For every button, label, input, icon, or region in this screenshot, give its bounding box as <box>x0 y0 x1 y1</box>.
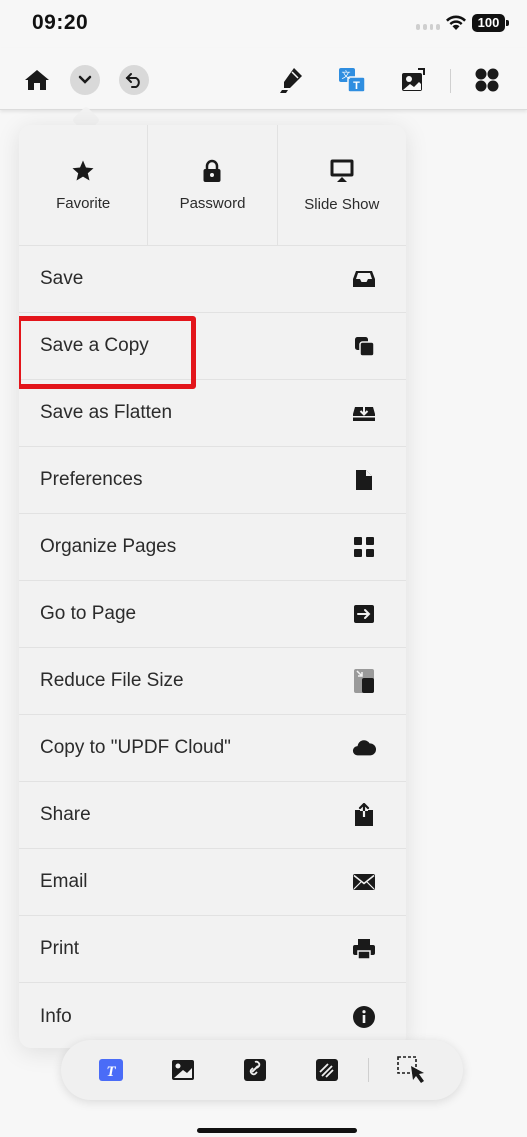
printer-icon <box>352 937 376 961</box>
menu-item-label: Copy to "UPDF Cloud" <box>40 737 231 758</box>
redact-icon[interactable] <box>315 1058 339 1082</box>
lock-icon <box>203 159 221 182</box>
menu-list: Save Save a Copy Save as Flatten Prefere… <box>19 246 406 1048</box>
menu-item-print[interactable]: Print <box>19 916 406 983</box>
select-area-icon[interactable] <box>397 1056 429 1083</box>
password-label: Password <box>179 194 246 212</box>
compress-icon <box>352 669 376 693</box>
menu-item-reduce-file-size[interactable]: Reduce File Size <box>19 648 406 715</box>
svg-text:文: 文 <box>341 69 350 80</box>
translate-icon[interactable]: T文 <box>337 65 367 95</box>
menu-item-label: Save <box>40 268 84 289</box>
menu-item-copy-to-cloud[interactable]: Copy to "UPDF Cloud" <box>19 715 406 782</box>
menu-item-go-to-page[interactable]: Go to Page <box>19 581 406 648</box>
menu-item-label: Preferences <box>40 469 143 490</box>
star-icon <box>72 160 94 180</box>
svg-text:T: T <box>106 1064 116 1080</box>
bottom-toolbar-divider <box>368 1058 369 1082</box>
status-bar: 09:20 100 <box>0 0 527 48</box>
svg-text:T: T <box>353 80 360 92</box>
slide-show-button[interactable]: Slide Show <box>278 125 406 245</box>
menu-item-email[interactable]: Email <box>19 849 406 916</box>
menu-item-label: Email <box>40 871 88 892</box>
home-indicator <box>197 1128 357 1133</box>
home-icon[interactable] <box>22 65 52 95</box>
wifi-icon <box>446 15 466 30</box>
menu-item-organize-pages[interactable]: Organize Pages <box>19 514 406 581</box>
menu-item-info[interactable]: Info <box>19 983 406 1048</box>
bottom-toolbar: T <box>61 1040 463 1100</box>
share-icon <box>352 803 376 827</box>
text-edit-icon[interactable]: T <box>99 1058 123 1082</box>
favorite-button[interactable]: Favorite <box>19 125 149 245</box>
tray-icon <box>352 267 376 291</box>
top-toolbar: T文 <box>0 48 527 110</box>
menu-item-label: Reduce File Size <box>40 670 184 691</box>
slide-show-label: Slide Show <box>304 195 380 213</box>
go-arrow-icon <box>352 602 376 626</box>
menu-item-label: Print <box>40 938 80 959</box>
password-button[interactable]: Password <box>148 125 278 245</box>
chevron-down-icon[interactable] <box>70 65 100 95</box>
signal-icon <box>416 24 440 30</box>
menu-item-save-a-copy[interactable]: Save a Copy <box>19 313 406 389</box>
highlighter-icon[interactable] <box>276 65 306 95</box>
highlight-box <box>19 316 196 389</box>
grid-icon <box>352 535 376 559</box>
menu-item-preferences[interactable]: Preferences <box>19 447 406 514</box>
toolbar-divider <box>450 69 451 93</box>
undo-icon[interactable] <box>119 65 149 95</box>
image-edit-icon[interactable] <box>398 65 428 95</box>
flatten-download-icon <box>352 401 376 425</box>
link-icon[interactable] <box>243 1058 267 1082</box>
info-icon <box>352 1005 376 1029</box>
menu-item-save[interactable]: Save <box>19 246 406 313</box>
envelope-icon <box>352 870 376 894</box>
copy-icon <box>352 334 376 358</box>
menu-item-label: Go to Page <box>40 603 137 624</box>
battery-indicator: 100 <box>472 14 509 32</box>
status-time: 09:20 <box>32 11 89 34</box>
favorite-label: Favorite <box>56 194 111 212</box>
menu-item-share[interactable]: Share <box>19 782 406 849</box>
image-icon[interactable] <box>171 1058 195 1082</box>
slideshow-icon <box>330 159 354 182</box>
menu-item-save-as-flatten[interactable]: Save as Flatten <box>19 380 406 447</box>
cloud-icon <box>352 736 376 760</box>
menu-item-label: Info <box>40 1005 72 1027</box>
menu-item-label: Organize Pages <box>40 536 177 557</box>
more-options-menu: Favorite Password Slide Show Save Save a… <box>19 125 406 1048</box>
menu-item-label: Save as Flatten <box>40 402 173 423</box>
quick-actions-row: Favorite Password Slide Show <box>19 125 406 246</box>
document-icon <box>352 468 376 492</box>
menu-item-label: Share <box>40 804 91 825</box>
grid-apps-icon[interactable] <box>472 65 502 95</box>
